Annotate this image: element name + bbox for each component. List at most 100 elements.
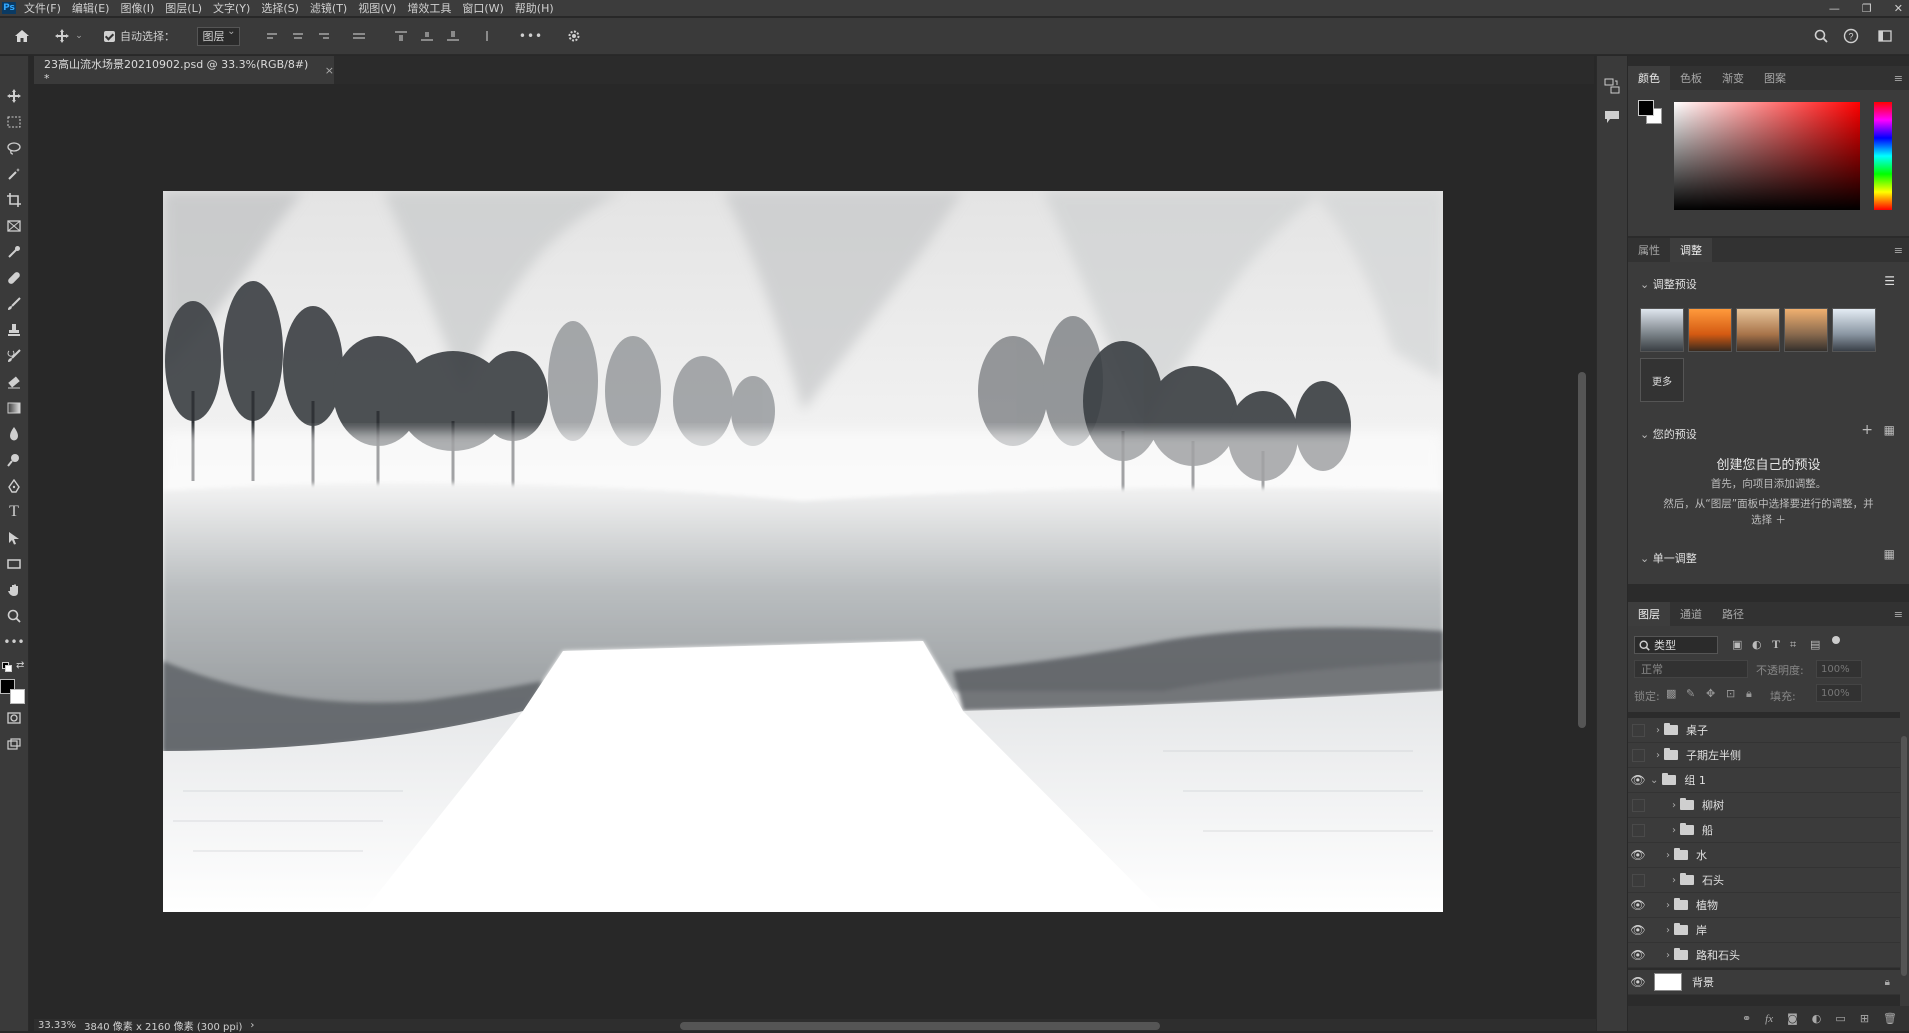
close-button[interactable]: ✕ (1894, 2, 1903, 15)
layer-filter-dropdown[interactable]: 类型 (1634, 636, 1718, 654)
workspace-button[interactable] (1872, 27, 1898, 45)
rectangle-tool[interactable] (4, 554, 24, 574)
eye-icon[interactable]: 👁︎ (1628, 975, 1648, 989)
color-picker-field[interactable] (1674, 102, 1860, 210)
layer-row[interactable]: 👁︎ › 岸 (1628, 918, 1900, 943)
document-canvas[interactable] (163, 191, 1443, 912)
chevron-down-icon[interactable]: ⌄ (1650, 775, 1658, 786)
swap-colors-icon[interactable]: ⇄ (16, 660, 24, 671)
layer-row[interactable]: 👁︎ 背景 🔒︎ (1628, 970, 1900, 995)
blur-tool[interactable] (4, 424, 24, 444)
history-brush-tool[interactable] (4, 346, 24, 366)
eraser-tool[interactable] (4, 372, 24, 392)
lock-transparent-icon[interactable]: ▩ (1666, 687, 1676, 700)
background-color-swatch[interactable] (10, 689, 25, 704)
menu-image[interactable]: 图像(I) (120, 0, 154, 16)
menu-plugins[interactable]: 增效工具 (407, 0, 451, 16)
hand-tool[interactable] (4, 580, 24, 600)
layer-row[interactable]: 👁︎ › 植物 (1628, 893, 1900, 918)
chevron-right-icon[interactable]: › (1666, 950, 1670, 961)
quick-mask-button[interactable] (4, 708, 24, 728)
single-adjustment-heading[interactable]: 单一调整 (1640, 550, 1697, 566)
menu-help[interactable]: 帮助(H) (515, 0, 554, 16)
close-tab-icon[interactable]: × (325, 64, 334, 77)
pen-tool[interactable] (4, 476, 24, 496)
zoom-level[interactable]: 33.33% (38, 1020, 76, 1031)
filter-adjustment-icon[interactable]: ◐ (1752, 638, 1762, 651)
visibility-off-box[interactable] (1632, 798, 1645, 812)
status-menu-arrow[interactable]: › (250, 1020, 254, 1031)
align-center-button[interactable] (290, 27, 308, 45)
layer-row[interactable]: 👁︎ › 路和石头 (1628, 943, 1900, 968)
align-right-button[interactable] (316, 27, 334, 45)
tab-properties[interactable]: 属性 (1628, 238, 1670, 262)
lock-all-icon[interactable]: 🔒︎ (1746, 687, 1752, 701)
layer-row[interactable]: › 船 (1628, 818, 1900, 843)
tab-color[interactable]: 颜色 (1628, 66, 1670, 90)
grid-view-icon[interactable]: ▦ (1884, 547, 1895, 561)
layer-row[interactable]: 👁︎ › 水 (1628, 843, 1900, 868)
auto-select-checkbox[interactable]: 自动选择： (104, 27, 184, 45)
chevron-right-icon[interactable]: › (1672, 800, 1676, 811)
move-tool-preset-button[interactable]: ⌄ (52, 27, 86, 45)
more-options-button[interactable]: ••• (519, 27, 542, 45)
menu-layer[interactable]: 图层(L) (165, 0, 202, 16)
delete-layer-icon[interactable]: 🗑︎ (1883, 1012, 1897, 1025)
settings-button[interactable] (564, 27, 584, 45)
layer-row[interactable]: 👁︎ ⌄ 组 1 (1628, 768, 1900, 793)
tab-swatches[interactable]: 色板 (1670, 66, 1712, 90)
tab-layers[interactable]: 图层 (1628, 602, 1670, 626)
search-button[interactable] (1812, 27, 1830, 45)
align-bottom-button[interactable] (444, 27, 462, 45)
tab-gradients[interactable]: 渐变 (1712, 66, 1754, 90)
vertical-scrollbar[interactable] (1578, 372, 1586, 728)
new-layer-icon[interactable]: ⊞ (1860, 1012, 1869, 1025)
marquee-tool[interactable] (4, 112, 24, 132)
panel-menu-icon[interactable]: ≡ (1894, 72, 1903, 85)
filter-smart-object-icon[interactable]: ▤ (1810, 638, 1820, 651)
lock-artboard-icon[interactable]: ⊡ (1726, 687, 1735, 700)
eye-icon[interactable]: 👁︎ (1628, 848, 1648, 862)
dodge-tool[interactable] (4, 450, 24, 470)
menu-view[interactable]: 视图(V) (358, 0, 396, 16)
panel-menu-icon[interactable]: ≡ (1894, 244, 1903, 257)
add-mask-icon[interactable]: ◙ (1787, 1012, 1798, 1025)
document-tab[interactable]: 23高山流水场景20210902.psd @ 33.3%(RGB/8#) * × (34, 56, 334, 85)
visibility-off-box[interactable] (1632, 823, 1645, 837)
layer-row[interactable]: › 子期左半侧 (1628, 743, 1900, 768)
eye-icon[interactable]: 👁︎ (1628, 923, 1648, 937)
align-top-button[interactable] (392, 27, 410, 45)
path-selection-tool[interactable] (4, 528, 24, 548)
layers-scrollbar[interactable] (1901, 736, 1907, 976)
distribute-button[interactable] (350, 27, 368, 45)
new-adjustment-layer-icon[interactable]: ◐ (1812, 1012, 1822, 1025)
restore-button[interactable]: ❐ (1862, 2, 1872, 15)
list-view-icon[interactable]: ☰ (1884, 274, 1895, 288)
filter-toggle-icon[interactable] (1832, 636, 1840, 644)
preset-thumbnail-1[interactable] (1640, 308, 1684, 352)
color-panel-foreground-swatch[interactable] (1638, 100, 1654, 116)
magic-wand-tool[interactable] (4, 164, 24, 184)
visibility-off-box[interactable] (1632, 748, 1645, 762)
filter-pixel-icon[interactable]: ▣ (1732, 638, 1742, 651)
link-layers-icon[interactable]: ⚭ (1742, 1012, 1751, 1025)
add-preset-icon[interactable]: + (1861, 422, 1873, 438)
comments-panel-button[interactable] (1604, 110, 1620, 127)
chevron-right-icon[interactable]: › (1666, 850, 1670, 861)
brush-tool[interactable] (4, 294, 24, 314)
history-panel-button[interactable] (1604, 78, 1620, 97)
menu-file[interactable]: 文件(F) (24, 0, 61, 16)
screen-mode-button[interactable] (4, 734, 24, 754)
move-tool[interactable] (4, 86, 24, 106)
eye-icon[interactable]: 👁︎ (1628, 773, 1648, 787)
auto-select-target-dropdown[interactable]: 图层 (192, 26, 244, 46)
eye-icon[interactable]: 👁︎ (1628, 948, 1648, 962)
type-tool[interactable]: T (4, 502, 24, 522)
edit-toolbar-button[interactable]: ••• (3, 632, 24, 652)
tab-paths[interactable]: 路径 (1712, 602, 1754, 626)
chevron-right-icon[interactable]: › (1672, 825, 1676, 836)
opacity-input[interactable]: 100% (1816, 660, 1862, 678)
tab-patterns[interactable]: 图案 (1754, 66, 1796, 90)
layer-row[interactable]: › 桌子 (1628, 718, 1900, 743)
help-button[interactable]: ? (1842, 27, 1860, 45)
